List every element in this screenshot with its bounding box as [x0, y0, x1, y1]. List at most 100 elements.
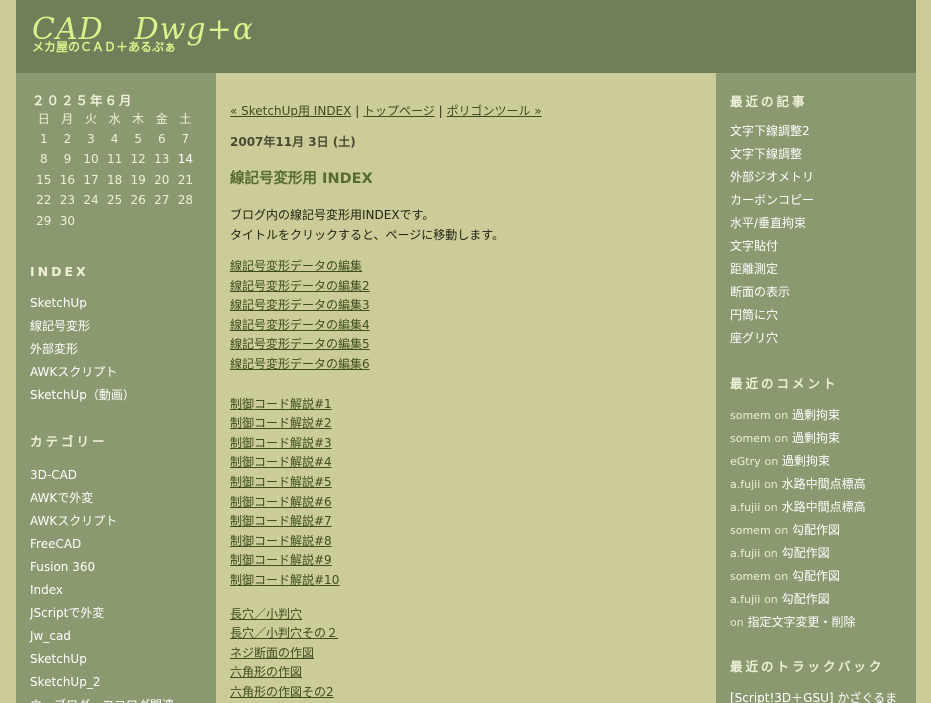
recent-post-link[interactable]: 円筒に穴: [730, 304, 814, 327]
category-link[interactable]: AWKで外変: [30, 487, 174, 510]
entry-link[interactable]: 制御コード解説#8: [230, 532, 705, 552]
recent-post-link[interactable]: 文字貼付: [730, 235, 814, 258]
calendar-day: 6: [157, 131, 166, 146]
entry-link[interactable]: 長穴／小判穴その２: [230, 624, 705, 644]
next-entry-link[interactable]: ポリゴンツール »: [446, 104, 541, 118]
comment-on-label: on: [764, 547, 778, 560]
recent-comment-item: a.fujii on 水路中間点標高: [730, 473, 866, 496]
recent-post-link[interactable]: 水平/垂直拘束: [730, 212, 814, 235]
comment-post-link[interactable]: 指定文字変更・削除: [748, 615, 856, 629]
entry-link[interactable]: 線記号変形データの編集6: [230, 355, 705, 375]
comment-on-label: on: [774, 570, 789, 583]
prev-entry-link[interactable]: « SketchUp用 INDEX: [230, 104, 351, 118]
comment-post-link[interactable]: 勾配作図: [782, 546, 830, 560]
entry-link[interactable]: 制御コード解説#2: [230, 414, 705, 434]
recent-post-link[interactable]: 文字下線調整2: [730, 120, 814, 143]
entry-link[interactable]: 六角形の作図その2: [230, 683, 705, 703]
comment-on-label: on: [764, 593, 778, 606]
calendar-day: 17: [83, 172, 99, 187]
category-link[interactable]: Fusion 360: [30, 556, 174, 579]
category-heading: カテゴリー: [30, 434, 108, 449]
calendar-day: [103, 211, 127, 232]
entry-link[interactable]: 制御コード解説#10: [230, 571, 705, 591]
index-link[interactable]: 線記号変形: [30, 315, 135, 338]
calendar-day: 1: [39, 131, 48, 146]
entry-link[interactable]: 線記号変形データの編集: [230, 257, 705, 277]
calendar-day: 14: [177, 152, 193, 167]
comment-author: a.fujii: [730, 593, 761, 606]
recent-comments-list: somem on 過剰拘束 somem on 過剰拘束 eGtry on 過剰拘束 a…: [730, 404, 866, 634]
entry-link[interactable]: 制御コード解説#7: [230, 512, 705, 532]
recent-post-link[interactable]: 断面の表示: [730, 281, 814, 304]
comment-post-link[interactable]: 勾配作図: [792, 523, 840, 537]
calendar: 日月火水木金土 1 2 3 4 5 6 7 8 9 10 11 12 13 14 15 16 17 18 19 20 2…: [32, 108, 197, 231]
calendar-weekday: 金: [155, 111, 168, 126]
comment-on-label: on: [764, 455, 779, 468]
index-link[interactable]: SketchUp: [30, 292, 135, 315]
calendar-weekday: 月: [61, 111, 74, 126]
recent-trackbacks-list: [Script!3D＋GSU] かざぐるま: [730, 687, 897, 703]
category-link[interactable]: SketchUp_2: [30, 671, 174, 694]
comment-post-link[interactable]: 勾配作図: [782, 592, 830, 606]
index-link[interactable]: 外部変形: [30, 338, 135, 361]
recent-post-link[interactable]: 座グリ穴: [730, 327, 814, 350]
index-list: SketchUp 線記号変形 外部変形 AWKスクリプト SketchUp（動画）: [30, 292, 135, 407]
index-link[interactable]: AWKスクリプト: [30, 361, 135, 384]
entry-link[interactable]: 制御コード解説#5: [230, 473, 705, 493]
recent-post-link[interactable]: 距離測定: [730, 258, 814, 281]
recent-post-link[interactable]: カーボンコピー: [730, 189, 814, 212]
entry-link[interactable]: 制御コード解説#1: [230, 395, 705, 415]
comment-post-link[interactable]: 過剰拘束: [792, 408, 840, 422]
entry-link[interactable]: 制御コード解説#6: [230, 493, 705, 513]
category-link[interactable]: JScriptで外変: [30, 602, 174, 625]
comment-post-link[interactable]: 水路中間点標高: [782, 500, 866, 514]
category-link[interactable]: AWKスクリプト: [30, 510, 174, 533]
calendar-weekday: 木: [132, 111, 145, 126]
comment-post-link[interactable]: 過剰拘束: [782, 454, 830, 468]
calendar-day: 22: [36, 193, 52, 208]
comment-post-link[interactable]: 勾配作図: [792, 569, 840, 583]
entry-link[interactable]: 制御コード解説#9: [230, 551, 705, 571]
category-list: 3D-CAD AWKで外変 AWKスクリプト FreeCAD Fusion 360 Ind…: [30, 464, 174, 703]
entry-link[interactable]: 制御コード解説#3: [230, 434, 705, 454]
recent-trackback-link[interactable]: [Script!3D＋GSU] かざぐるま: [730, 687, 897, 703]
recent-post-link[interactable]: 文字下線調整: [730, 143, 814, 166]
comment-author: somem: [730, 432, 771, 445]
comment-on-label: on: [730, 616, 744, 629]
calendar-week: 29 30: [32, 211, 197, 232]
entry-date: 2007年11月 3日 (土): [230, 135, 356, 149]
entry-link[interactable]: 線記号変形データの編集4: [230, 316, 705, 336]
recent-comment-item: somem on 過剰拘束: [730, 427, 866, 450]
category-link[interactable]: ウェブログ・ココログ関連: [30, 694, 174, 703]
calendar-day: 24: [83, 193, 99, 208]
calendar-day: 12: [130, 152, 146, 167]
entry-link[interactable]: ネジ断面の作図: [230, 644, 705, 664]
entry-link[interactable]: 長穴／小判穴: [230, 605, 705, 625]
recent-post-link[interactable]: 外部ジオメトリ: [730, 166, 814, 189]
comment-post-link[interactable]: 過剰拘束: [792, 431, 840, 445]
home-link[interactable]: トップページ: [363, 104, 435, 118]
comment-on-label: on: [764, 478, 778, 491]
entry-link[interactable]: 線記号変形データの編集2: [230, 277, 705, 297]
category-link[interactable]: SketchUp: [30, 648, 174, 671]
index-link[interactable]: SketchUp（動画）: [30, 384, 135, 407]
comment-post-link[interactable]: 水路中間点標高: [782, 477, 866, 491]
entry-link[interactable]: 六角形の作図: [230, 663, 705, 683]
category-section: カテゴリー 3D-CAD AWKで外変 AWKスクリプト FreeCAD Fusion …: [30, 431, 174, 703]
calendar-day: [126, 211, 150, 232]
category-link[interactable]: Index: [30, 579, 174, 602]
comment-on-label: on: [774, 432, 789, 445]
category-link[interactable]: Jw_cad: [30, 625, 174, 648]
entry-link[interactable]: 線記号変形データの編集5: [230, 335, 705, 355]
link-group-control-code: 制御コード解説#1 制御コード解説#2 制御コード解説#3 制御コード解説#4 制御コー…: [230, 395, 705, 591]
category-link[interactable]: 3D-CAD: [30, 464, 174, 487]
recent-comment-item: a.fujii on 勾配作図: [730, 588, 866, 611]
calendar-day: 23: [59, 193, 76, 208]
category-link[interactable]: FreeCAD: [30, 533, 174, 556]
comment-author: eGtry: [730, 455, 761, 468]
entry-link[interactable]: 制御コード解説#4: [230, 453, 705, 473]
calendar-day: 18: [106, 172, 123, 187]
index-heading: INDEX: [30, 264, 89, 279]
recent-comment-item: somem on 勾配作図: [730, 565, 866, 588]
entry-link[interactable]: 線記号変形データの編集3: [230, 296, 705, 316]
